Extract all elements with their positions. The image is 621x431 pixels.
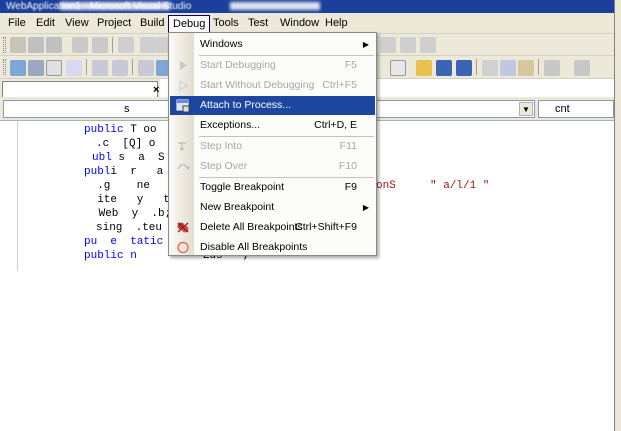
tool-icon[interactable] — [400, 37, 416, 53]
code-line: public T oo — [84, 124, 157, 136]
code-line-string: onS — [376, 180, 396, 192]
menu-bar: File Edit View Project Build Debug Tools… — [0, 13, 621, 34]
debug-menu-toggle-breakpoint[interactable]: Toggle Breakpoint F9 — [170, 178, 375, 197]
tool-icon[interactable] — [28, 37, 44, 53]
debug-menu: Windows ▶ Start Debugging F5 Start Witho… — [168, 32, 377, 256]
step-into-icon — [178, 142, 186, 151]
member-dropdown-value: cnt — [555, 103, 570, 115]
code-line: sing .teu — [96, 222, 163, 234]
debug-menu-attach-to-process[interactable]: Attach to Process... — [170, 96, 375, 115]
toolbar-separator — [476, 59, 477, 75]
toolbar-separator — [132, 59, 133, 75]
code-line: ite y t — [84, 194, 170, 206]
menu-help[interactable]: Help — [321, 15, 352, 32]
tool-icon[interactable] — [10, 37, 26, 53]
delete-breakpoints-icon — [177, 222, 189, 233]
copy-icon[interactable] — [500, 60, 516, 76]
chevron-down-icon[interactable]: ▼ — [519, 102, 533, 116]
attach-process-icon — [176, 99, 190, 113]
tool-icon[interactable] — [66, 60, 82, 76]
cut-icon[interactable] — [482, 60, 498, 76]
code-line: .g ne — [84, 180, 151, 192]
comment-icon[interactable] — [138, 60, 154, 76]
menu-file[interactable]: File — [4, 15, 30, 32]
debug-menu-step-into[interactable]: Step Into F11 — [170, 137, 375, 156]
type-dropdown-value: s — [124, 103, 130, 115]
tool-icon[interactable] — [92, 37, 108, 53]
play-icon — [180, 61, 187, 70]
tab-close-button[interactable]: × — [153, 83, 159, 97]
redaction-smear — [230, 2, 320, 10]
redo-icon[interactable] — [574, 60, 590, 76]
save-icon[interactable] — [436, 60, 452, 76]
lower-pane — [0, 271, 621, 431]
tool-icon[interactable] — [72, 37, 88, 53]
step-over-icon — [177, 163, 190, 171]
menu-edit[interactable]: Edit — [32, 15, 59, 32]
toolbar-separator — [112, 37, 113, 53]
tool-icon[interactable] — [28, 60, 44, 76]
member-dropdown[interactable]: cnt — [538, 100, 614, 118]
document-tab[interactable]: × — [2, 81, 159, 97]
tool-icon[interactable] — [140, 37, 156, 53]
outdent-icon[interactable] — [112, 60, 128, 76]
debug-menu-delete-all-breakpoints[interactable]: Delete All Breakpoints Ctrl+Shift+F9 — [170, 218, 375, 237]
play-outline-icon — [179, 80, 188, 91]
indent-icon[interactable] — [92, 60, 108, 76]
debug-menu-exceptions[interactable]: Exceptions... Ctrl+D, E — [170, 116, 375, 135]
menu-project[interactable]: Project — [93, 15, 135, 32]
tool-icon[interactable] — [118, 37, 134, 53]
save-all-icon[interactable] — [456, 60, 472, 76]
redaction-smear — [60, 2, 170, 10]
title-bar: WebApplication1 - Microsoft Visual Studi… — [0, 0, 621, 13]
debug-menu-windows[interactable]: Windows ▶ — [170, 35, 375, 54]
code-line: pu e tatic — [84, 236, 164, 248]
document-tab-strip: × — [0, 79, 160, 97]
tool-icon[interactable] — [10, 60, 26, 76]
sort-icon[interactable] — [46, 37, 62, 53]
toolbar-grip[interactable] — [3, 37, 6, 53]
debug-menu-start-without-debugging[interactable]: Start Without Debugging Ctrl+F5 — [170, 76, 375, 95]
debug-menu-new-breakpoint[interactable]: New Breakpoint ▶ — [170, 198, 375, 217]
toolbar-grip[interactable] — [3, 59, 6, 75]
menu-test[interactable]: Test — [244, 15, 272, 32]
code-line: publi r a — [84, 166, 164, 178]
submenu-arrow-icon: ▶ — [362, 40, 369, 49]
tool-icon[interactable] — [380, 37, 396, 53]
debug-menu-step-over[interactable]: Step Over F10 — [170, 157, 375, 176]
debug-menu-start-debugging[interactable]: Start Debugging F5 — [170, 56, 375, 75]
tool-icon[interactable] — [46, 60, 62, 76]
menu-tools[interactable]: Tools — [209, 15, 243, 32]
code-line: .c [Q] o — [96, 138, 156, 150]
editor-margin — [0, 121, 18, 271]
toolbar-separator — [86, 59, 87, 75]
code-line: ubl s a S — [92, 152, 165, 164]
tool-icon[interactable] — [420, 37, 436, 53]
menu-view[interactable]: View — [61, 15, 93, 32]
submenu-arrow-icon: ▶ — [362, 203, 369, 212]
menu-build[interactable]: Build — [136, 15, 168, 32]
toolbar-separator — [538, 59, 539, 75]
menu-window[interactable]: Window — [276, 15, 323, 32]
paste-icon[interactable] — [518, 60, 534, 76]
undo-icon[interactable] — [544, 60, 560, 76]
code-line: Web y .b; — [92, 208, 172, 220]
open-folder-icon[interactable] — [416, 60, 432, 76]
combo-icon[interactable] — [390, 60, 406, 76]
code-line-string: " a/l/1 " — [430, 180, 490, 192]
debug-menu-disable-all-breakpoints[interactable]: Disable All Breakpoints — [170, 238, 375, 257]
window-border-right — [614, 0, 621, 431]
disable-breakpoints-icon — [177, 241, 189, 254]
